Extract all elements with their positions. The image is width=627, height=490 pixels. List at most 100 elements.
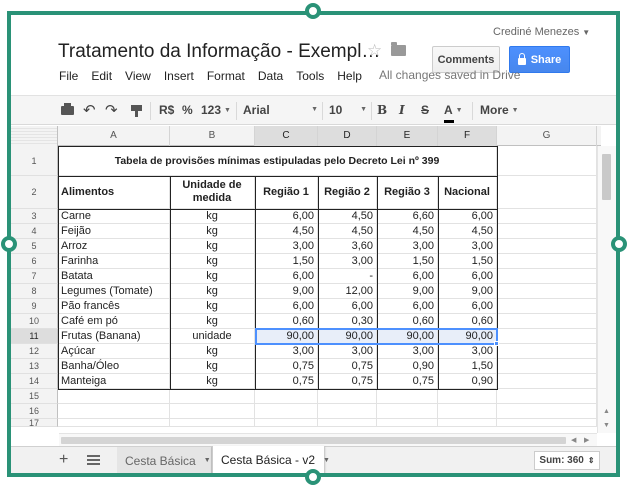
strikethrough-button[interactable]: S — [421, 103, 429, 117]
unit-cell[interactable]: kg — [170, 299, 255, 314]
row-header-7[interactable]: 7 — [11, 269, 58, 284]
row-header-4[interactable]: 4 — [11, 224, 58, 239]
resize-handle-left[interactable] — [1, 236, 17, 252]
font-family-dropdown[interactable]: Arial ▼ — [243, 103, 318, 117]
food-name-cell[interactable]: Carne — [58, 209, 170, 224]
value-cell[interactable]: 0,90 — [438, 374, 497, 389]
row-header-15[interactable]: 15 — [11, 389, 58, 404]
tab-cesta-basica-v2[interactable]: Cesta Básica - v2 ▼ — [212, 446, 330, 473]
row-header-1[interactable]: 1 — [11, 146, 58, 176]
column-title-cell[interactable]: Alimentos — [58, 176, 170, 209]
column-header-f[interactable]: F — [438, 126, 497, 146]
horizontal-scroll-thumb[interactable] — [61, 437, 566, 444]
grid-cell[interactable] — [438, 419, 497, 427]
value-cell[interactable]: 3,00 — [377, 344, 438, 359]
tab-cesta-basica[interactable]: Cesta Básica ▼ — [117, 447, 212, 473]
value-cell[interactable]: 3,00 — [255, 239, 318, 254]
italic-button[interactable]: I — [399, 103, 405, 117]
vertical-scrollbar[interactable]: ▲ ▼ — [597, 146, 616, 433]
value-cell[interactable]: 6,00 — [377, 269, 438, 284]
row-header-9[interactable]: 9 — [11, 299, 58, 314]
grid-cell[interactable] — [170, 404, 255, 419]
menu-help[interactable]: Help — [337, 69, 362, 83]
sheet-list-icon[interactable] — [87, 455, 100, 465]
folder-icon[interactable] — [391, 42, 406, 56]
value-cell[interactable]: 12,00 — [318, 284, 377, 299]
value-cell[interactable]: 0,30 — [318, 314, 377, 329]
grid-cell[interactable] — [497, 176, 597, 209]
more-button[interactable]: More ▼ — [480, 103, 519, 117]
paint-format-icon[interactable] — [131, 105, 142, 117]
food-name-cell[interactable]: Farinha — [58, 254, 170, 269]
menu-format[interactable]: Format — [207, 69, 245, 83]
grid-cell[interactable] — [497, 239, 597, 254]
user-account[interactable]: Crediné Menezes ▼ — [493, 26, 590, 38]
value-cell[interactable]: 3,00 — [318, 344, 377, 359]
grid-cell[interactable] — [58, 404, 170, 419]
select-all-corner[interactable] — [11, 126, 58, 146]
value-cell[interactable]: 3,00 — [255, 344, 318, 359]
scroll-up-icon[interactable]: ▲ — [603, 408, 610, 415]
grid-cell[interactable] — [497, 209, 597, 224]
value-cell[interactable]: 0,60 — [255, 314, 318, 329]
menu-view[interactable]: View — [125, 69, 151, 83]
value-cell[interactable]: 9,00 — [255, 284, 318, 299]
column-header-c[interactable]: C — [255, 126, 318, 146]
menu-file[interactable]: File — [59, 69, 78, 83]
food-name-cell[interactable]: Açúcar — [58, 344, 170, 359]
grid-cell[interactable] — [255, 419, 318, 427]
currency-format-button[interactable]: R$ — [159, 103, 174, 117]
table-title[interactable]: Tabela de provisões mínimas estipuladas … — [58, 146, 497, 176]
value-cell[interactable]: 6,00 — [255, 209, 318, 224]
value-cell[interactable]: 90,00 — [255, 329, 318, 344]
row-header-5[interactable]: 5 — [11, 239, 58, 254]
value-cell[interactable]: 90,00 — [377, 329, 438, 344]
grid-cell[interactable] — [497, 284, 597, 299]
value-cell[interactable]: 0,75 — [318, 374, 377, 389]
food-name-cell[interactable]: Legumes (Tomate) — [58, 284, 170, 299]
value-cell[interactable]: 6,00 — [377, 299, 438, 314]
value-cell[interactable]: 1,50 — [255, 254, 318, 269]
value-cell[interactable]: 3,00 — [438, 344, 497, 359]
menu-edit[interactable]: Edit — [91, 69, 112, 83]
value-cell[interactable]: 0,75 — [377, 374, 438, 389]
grid-cell[interactable] — [497, 419, 597, 427]
resize-handle-top[interactable] — [305, 3, 321, 19]
grid-cell[interactable] — [377, 404, 438, 419]
resize-handle-right[interactable] — [611, 236, 627, 252]
bold-button[interactable]: B — [377, 103, 387, 117]
font-size-dropdown[interactable]: 10 ▼ — [329, 103, 367, 117]
vertical-scroll-thumb[interactable] — [602, 154, 611, 200]
column-title-cell[interactable]: Região 2 — [318, 176, 377, 209]
grid-cell[interactable] — [497, 299, 597, 314]
grid-cell[interactable] — [170, 419, 255, 427]
scroll-left-icon[interactable]: ◀ — [571, 436, 576, 444]
value-cell[interactable]: 1,50 — [438, 359, 497, 374]
column-title-cell[interactable]: Região 1 — [255, 176, 318, 209]
grid-cell[interactable] — [438, 404, 497, 419]
grid-cell[interactable] — [497, 314, 597, 329]
undo-icon[interactable]: ↶ — [83, 101, 96, 119]
food-name-cell[interactable]: Manteiga — [58, 374, 170, 389]
row-header-6[interactable]: 6 — [11, 254, 58, 269]
value-cell[interactable]: 0,75 — [255, 374, 318, 389]
value-cell[interactable]: 0,60 — [438, 314, 497, 329]
grid-cell[interactable] — [497, 359, 597, 374]
grid-cell[interactable] — [497, 254, 597, 269]
grid-cell[interactable] — [318, 389, 377, 404]
value-cell[interactable]: 0,75 — [318, 359, 377, 374]
value-cell[interactable]: 4,50 — [318, 209, 377, 224]
sum-indicator[interactable]: Sum: 360 ⇕ — [534, 451, 600, 470]
food-name-cell[interactable]: Batata — [58, 269, 170, 284]
unit-cell[interactable]: kg — [170, 254, 255, 269]
grid-cell[interactable] — [497, 224, 597, 239]
grid-cell[interactable] — [497, 146, 597, 176]
row-header-10[interactable]: 10 — [11, 314, 58, 329]
value-cell[interactable]: 4,50 — [255, 224, 318, 239]
grid-cell[interactable] — [497, 389, 597, 404]
row-header-14[interactable]: 14 — [11, 374, 58, 389]
column-header-d[interactable]: D — [318, 126, 377, 146]
grid-cell[interactable] — [170, 389, 255, 404]
value-cell[interactable]: 90,00 — [438, 329, 497, 344]
value-cell[interactable]: 6,00 — [255, 299, 318, 314]
